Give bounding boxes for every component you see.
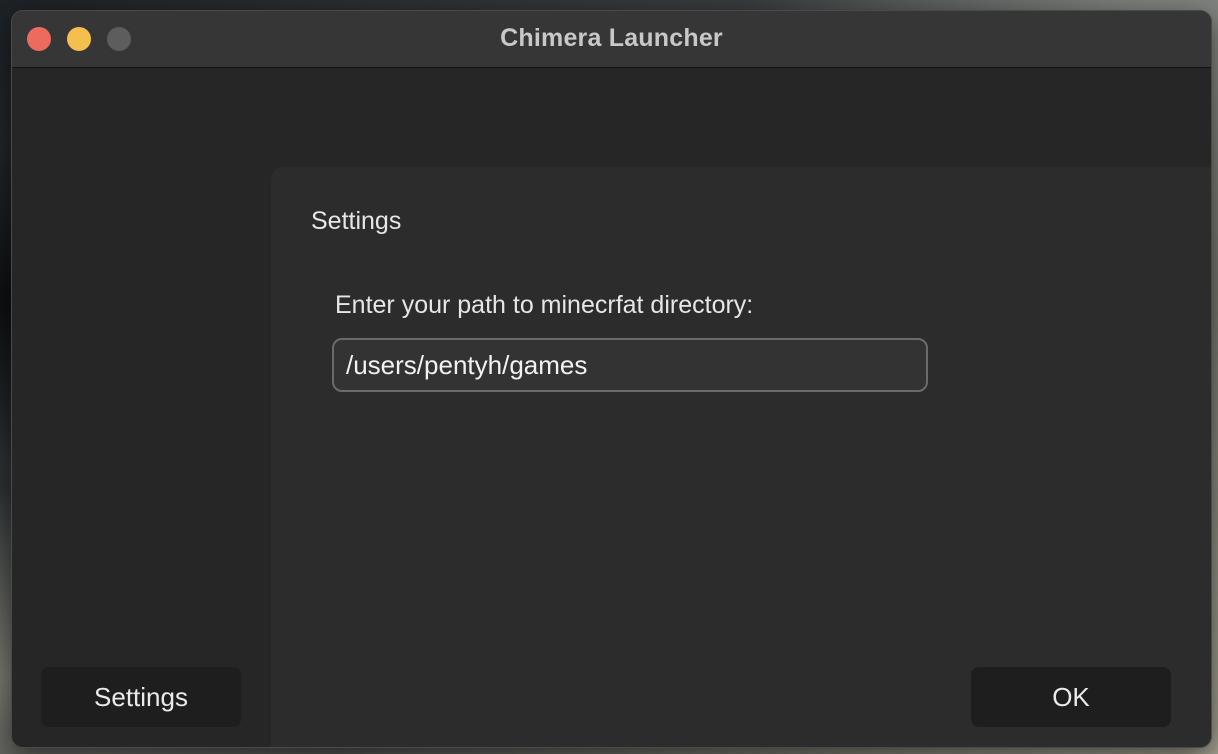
ok-button[interactable]: OK bbox=[971, 667, 1171, 727]
minecraft-path-input[interactable] bbox=[332, 338, 928, 392]
settings-panel: Settings Enter your path to minecrfat di… bbox=[271, 167, 1211, 747]
title-bar[interactable]: Chimera Launcher bbox=[12, 11, 1211, 68]
settings-title: Settings bbox=[311, 207, 402, 235]
sidebar: Settings bbox=[12, 68, 271, 747]
settings-nav-button[interactable]: Settings bbox=[41, 667, 241, 727]
window-title: Chimera Launcher bbox=[500, 24, 723, 52]
minecraft-path-label: Enter your path to minecrfat directory: bbox=[335, 291, 754, 319]
app-window: Chimera Launcher Settings Settings Enter… bbox=[11, 10, 1212, 748]
